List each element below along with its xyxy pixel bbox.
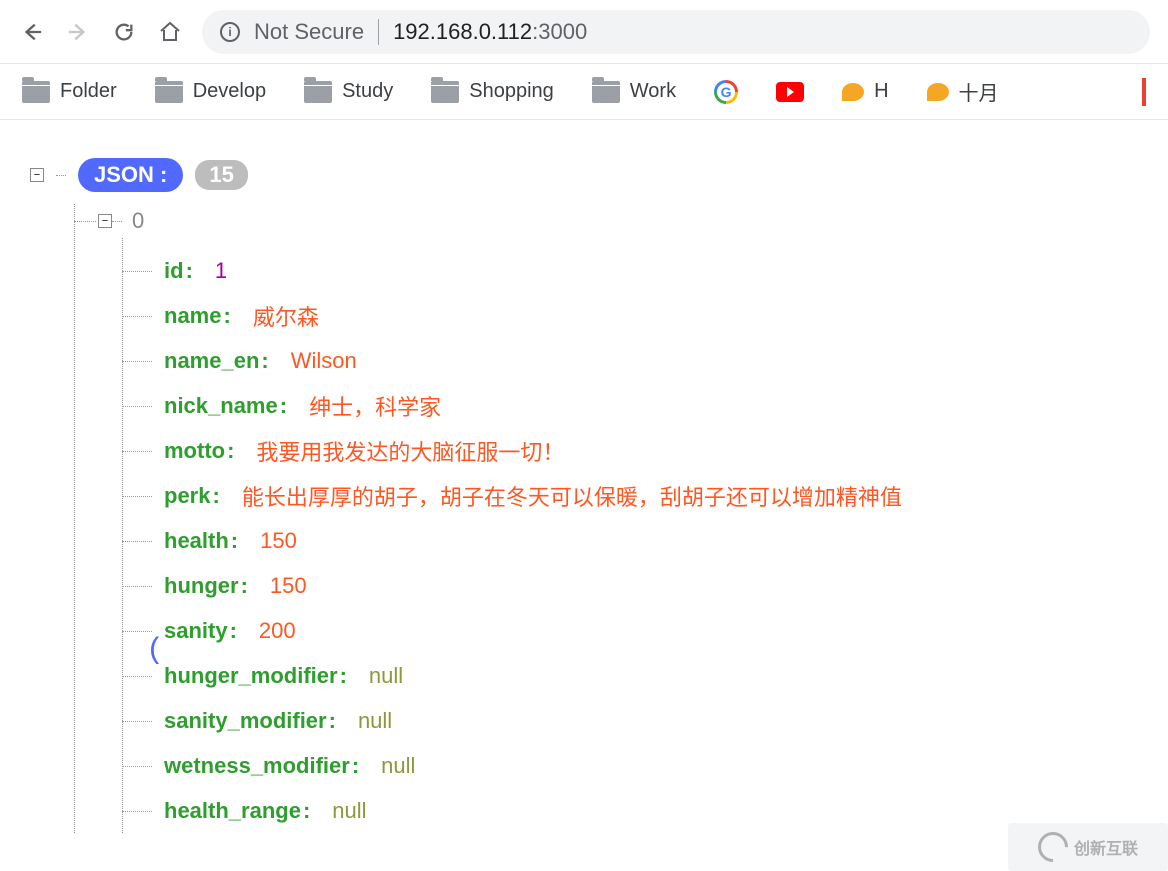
folder-icon: [22, 81, 50, 103]
security-status: Not Secure: [254, 19, 364, 45]
json-value: null: [332, 798, 366, 824]
json-property-row: name_en : Wilson: [122, 338, 1138, 383]
json-root-label[interactable]: JSON :: [78, 158, 183, 192]
blob-icon: [927, 83, 949, 101]
bookmark-work[interactable]: Work: [592, 80, 676, 103]
tree-line: [74, 204, 75, 833]
json-value: null: [358, 708, 392, 734]
watermark: 创新互联: [1008, 823, 1168, 871]
bookmark-google[interactable]: [714, 80, 738, 104]
json-key: sanity_modifier: [164, 708, 327, 734]
json-value: Wilson: [291, 348, 357, 374]
json-property-row: name : 威尔森: [122, 293, 1138, 338]
browser-toolbar: i Not Secure 192.168.0.112:3000: [0, 0, 1168, 64]
bookmark-youtube[interactable]: [776, 82, 804, 102]
json-value: 200: [259, 618, 296, 644]
json-value: 150: [260, 528, 297, 554]
json-key: hunger_modifier: [164, 663, 338, 689]
json-value: 150: [270, 573, 307, 599]
colon: :: [340, 663, 347, 689]
colon: :: [280, 393, 287, 419]
colon: :: [230, 618, 237, 644]
json-property-row: hunger_modifier : null: [122, 653, 1138, 698]
json-property-row: wetness_modifier : null: [122, 743, 1138, 788]
json-value: 1: [215, 258, 227, 284]
json-key: name: [164, 303, 221, 329]
json-key: id: [164, 258, 184, 284]
json-value: 威尔森: [253, 300, 319, 332]
folder-icon: [155, 81, 183, 103]
json-key: sanity: [164, 618, 228, 644]
json-tree: − 0 id :1name :威尔森name_en :Wilsonnick_na…: [74, 204, 1138, 833]
json-key: health: [164, 528, 229, 554]
tree-connector: [56, 175, 66, 176]
json-property-row: hunger :150: [122, 563, 1138, 608]
back-button[interactable]: [18, 18, 46, 46]
json-key: wetness_modifier: [164, 753, 350, 779]
bookmarks-bar: Folder Develop Study Shopping Work H 十月: [0, 64, 1168, 120]
json-count-badge: 15: [195, 160, 247, 190]
google-icon: [714, 80, 738, 104]
folder-icon: [304, 81, 332, 103]
array-index-0: − 0: [74, 204, 1138, 238]
colon: :: [329, 708, 336, 734]
json-key: health_range: [164, 798, 301, 824]
bookmark-develop[interactable]: Develop: [155, 80, 266, 103]
tree-connector: [112, 221, 122, 222]
bookmark-shiyue[interactable]: 十月: [927, 77, 999, 106]
collapse-toggle[interactable]: −: [30, 168, 44, 182]
bracket-hint: (: [146, 634, 164, 668]
json-property-row: nick_name : 绅士，科学家: [122, 383, 1138, 428]
blob-icon: [842, 83, 864, 101]
overflow-indicator: [1142, 78, 1146, 106]
home-button[interactable]: [156, 18, 184, 46]
colon: :: [261, 348, 268, 374]
bookmark-folder[interactable]: Folder: [22, 80, 117, 103]
colon: :: [223, 303, 230, 329]
folder-icon: [431, 81, 459, 103]
json-value: null: [381, 753, 415, 779]
colon: :: [303, 798, 310, 824]
site-info-icon[interactable]: i: [220, 22, 240, 42]
colon: :: [352, 753, 359, 779]
colon: :: [241, 573, 248, 599]
colon: :: [227, 438, 234, 464]
json-value: 绅士，科学家: [309, 390, 441, 422]
watermark-text: 创新互联: [1074, 835, 1138, 859]
json-property-row: sanity_modifier : null: [122, 698, 1138, 743]
json-property-row: health :150: [122, 518, 1138, 563]
json-key: hunger: [164, 573, 239, 599]
json-key: motto: [164, 438, 225, 464]
json-value: null: [369, 663, 403, 689]
json-property-row: motto : 我要用我发达的大脑征服一切！: [122, 428, 1138, 473]
json-root: − JSON : 15: [30, 158, 1138, 192]
url-text: 192.168.0.112:3000: [393, 19, 587, 45]
collapse-toggle[interactable]: −: [98, 214, 112, 228]
json-key: nick_name: [164, 393, 278, 419]
bookmark-study[interactable]: Study: [304, 80, 393, 103]
json-property-row: id :1: [122, 248, 1138, 293]
colon: :: [212, 483, 219, 509]
page-content: − JSON : 15 − 0 id :1name :威尔森name_en :W…: [0, 120, 1168, 871]
json-property-row: sanity :200: [122, 608, 1138, 653]
folder-icon: [592, 81, 620, 103]
watermark-logo-icon: [1032, 826, 1074, 868]
json-property-row: health_range : null: [122, 788, 1138, 833]
colon: :: [231, 528, 238, 554]
json-value: 我要用我发达的大脑征服一切！: [256, 435, 564, 467]
json-key: name_en: [164, 348, 259, 374]
youtube-icon: [776, 82, 804, 102]
json-value: 能长出厚厚的胡子，胡子在冬天可以保暖，刮胡子还可以增加精神值: [242, 480, 902, 512]
index-label: 0: [132, 208, 144, 234]
colon: :: [186, 258, 193, 284]
forward-button[interactable]: [64, 18, 92, 46]
bookmark-shopping[interactable]: Shopping: [431, 80, 554, 103]
divider: [378, 19, 379, 45]
bookmark-h[interactable]: H: [842, 80, 888, 103]
reload-button[interactable]: [110, 18, 138, 46]
address-bar[interactable]: i Not Secure 192.168.0.112:3000: [202, 10, 1150, 54]
object-properties: id :1name :威尔森name_en :Wilsonnick_name :…: [122, 248, 1138, 833]
json-key: perk: [164, 483, 210, 509]
json-property-row: perk : 能长出厚厚的胡子，胡子在冬天可以保暖，刮胡子还可以增加精神值: [122, 473, 1138, 518]
